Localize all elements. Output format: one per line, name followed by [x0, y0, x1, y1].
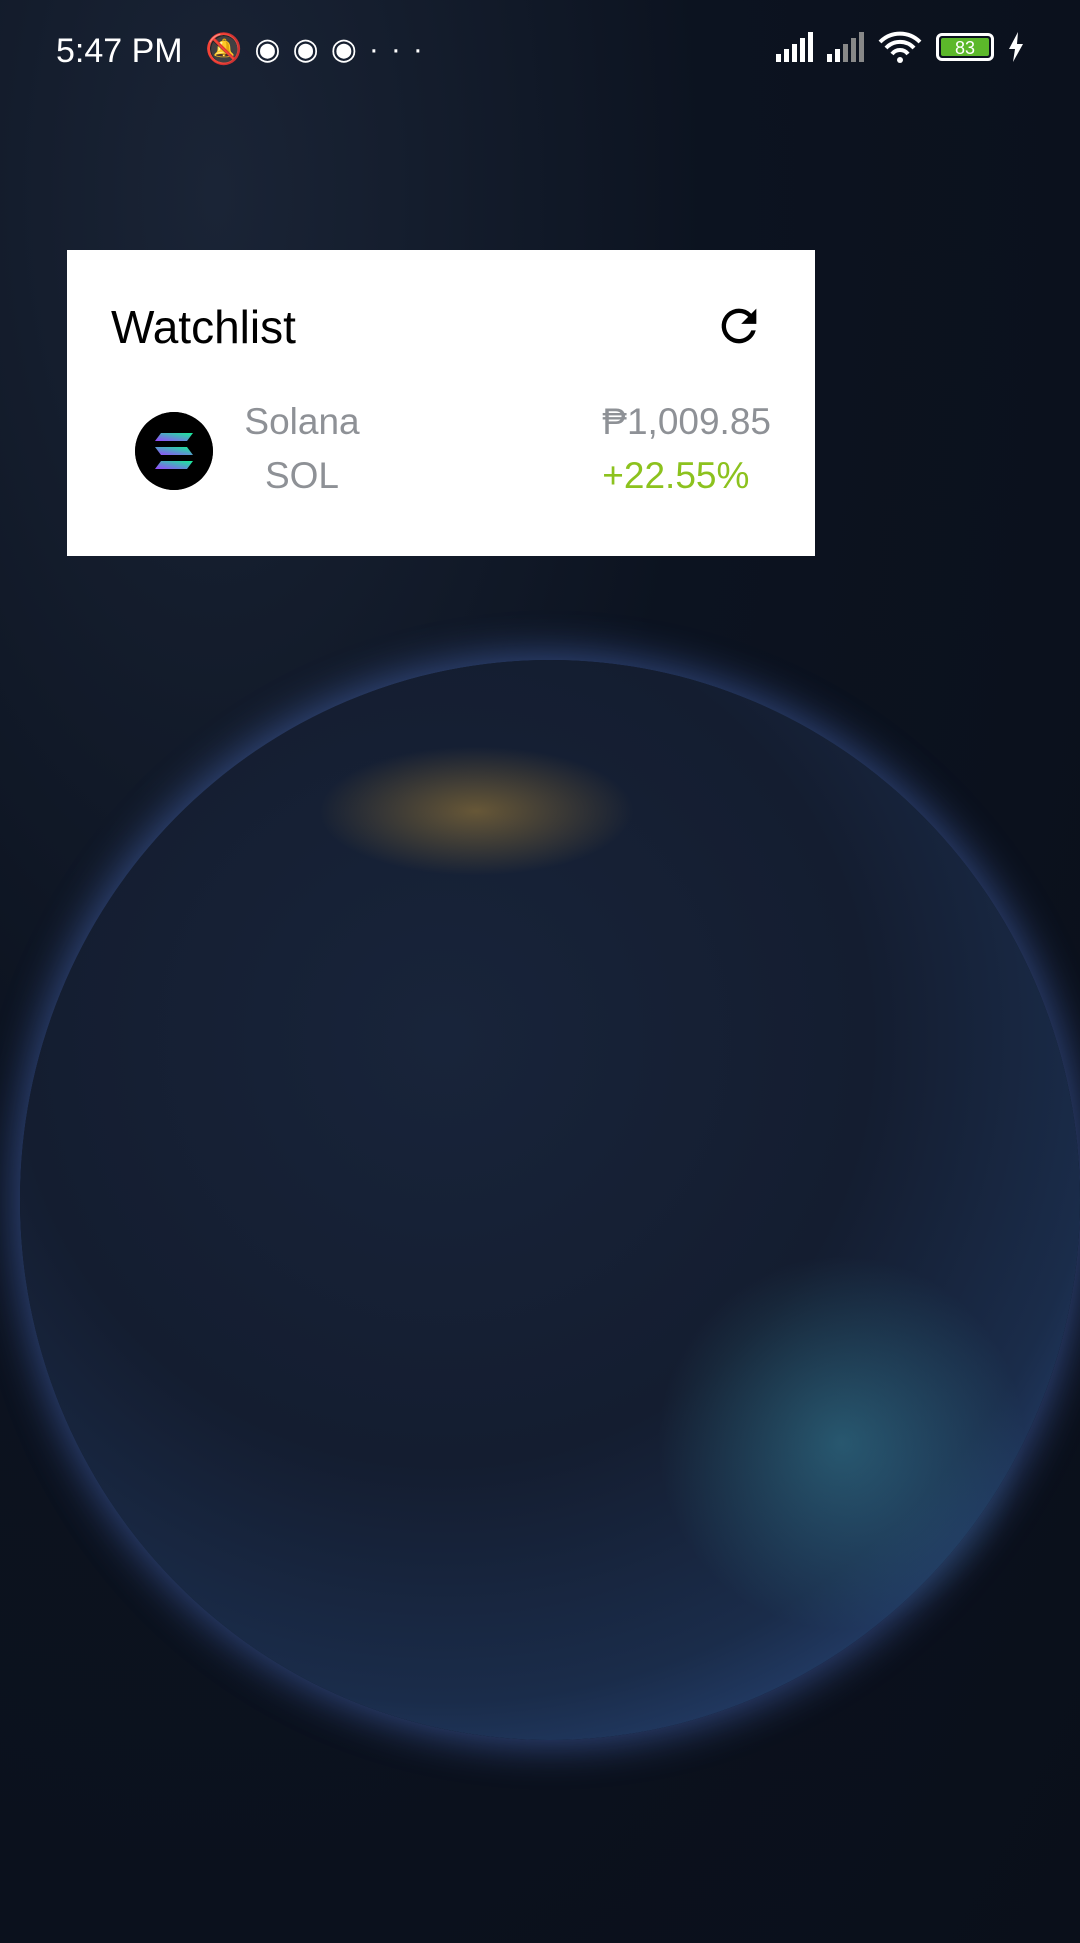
coin-name: Solana: [244, 401, 360, 442]
charging-icon: [1009, 32, 1023, 62]
refresh-icon[interactable]: [713, 300, 765, 352]
discord-icon: ◉: [254, 33, 293, 66]
more-icon: ···: [368, 33, 435, 66]
discord-icon: ◉: [292, 33, 331, 66]
signal-icon: [776, 32, 813, 62]
status-time: 5:47 PM: [56, 32, 183, 70]
wallpaper-planet: [20, 660, 1080, 1740]
solana-logo-icon: [135, 412, 213, 490]
signal-icon-2: [827, 32, 864, 62]
coin-price: ₱1,009.85: [602, 401, 771, 442]
discord-icon: ◉: [330, 33, 369, 66]
wifi-icon: [878, 31, 922, 63]
battery-icon: 83: [936, 33, 994, 61]
status-bar: 5:47 PM 🔕◉◉◉··· 83: [0, 0, 1080, 104]
widget-title: Watchlist: [111, 301, 296, 353]
watchlist-widget[interactable]: Watchlist Solana SOL ₱1,009.85 +22.55%: [67, 250, 815, 556]
coin-symbol: SOL: [264, 455, 340, 496]
notification-icons: 🔕◉◉◉···: [205, 32, 435, 67]
vibrate-off-icon: 🔕: [205, 33, 255, 66]
coin-change: +22.55%: [602, 455, 750, 496]
